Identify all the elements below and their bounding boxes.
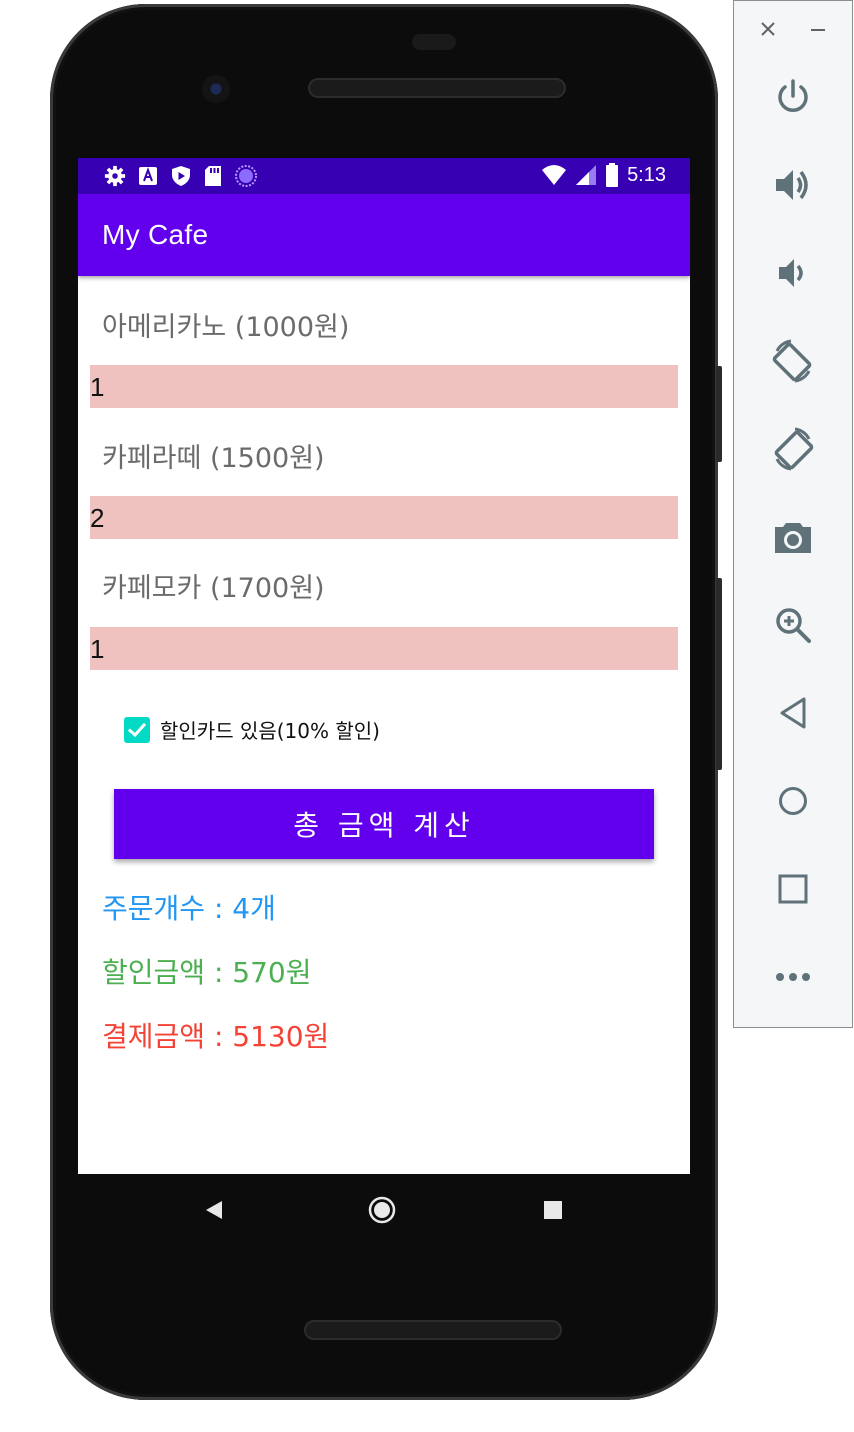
discount-card-checkbox-row[interactable]: 할인카드 있음(10% 할인): [124, 715, 380, 744]
android-navbar: [50, 1184, 718, 1240]
order-count-text: 주문개수 : 4개: [102, 892, 276, 925]
sync-circle-icon: [235, 165, 257, 187]
bottom-speaker-grille: [304, 1320, 562, 1340]
camera-icon: [775, 523, 811, 553]
status-bar: 5:13: [78, 158, 690, 194]
menu-item-label-cafe-latte: 카페라떼 (1500원): [102, 443, 325, 474]
battery-icon: [606, 163, 619, 187]
overview-button[interactable]: [764, 860, 822, 918]
home-button[interactable]: [764, 772, 822, 830]
status-time: 5:13: [627, 163, 666, 186]
phone-volume-button: [716, 578, 722, 770]
close-icon: [761, 22, 775, 36]
volume-up-button[interactable]: [764, 156, 822, 214]
menu-item-label-americano: 아메리카노 (1000원): [102, 312, 350, 343]
home-icon: [779, 787, 807, 815]
power-button[interactable]: [764, 68, 822, 126]
wifi-icon: [542, 165, 567, 185]
earpiece-slot: [412, 34, 456, 50]
emulator-toolbar: [733, 0, 853, 1028]
zoom-button[interactable]: [764, 596, 822, 654]
nav-overview-icon: [544, 1201, 562, 1219]
screenshot-button[interactable]: [764, 508, 822, 566]
nav-home-button[interactable]: [368, 1196, 396, 1228]
minimize-icon: [811, 29, 825, 31]
app-screen: 5:13 My Cafe 아메리카노 (1000원) 1 카페라떼 (1500원…: [78, 158, 690, 1174]
close-window-button[interactable]: [760, 21, 776, 41]
app-title: My Cafe: [102, 219, 209, 250]
rotate-right-icon: [774, 427, 814, 471]
rotate-right-button[interactable]: [764, 420, 822, 478]
calculate-total-button[interactable]: 총 금액 계산: [114, 789, 654, 859]
zoom-icon: [776, 608, 811, 643]
menu-item-label-cafe-mocha: 카페모카 (1700원): [102, 573, 325, 604]
a11y-text-icon: [139, 167, 157, 185]
more-icon: [776, 973, 810, 981]
payment-amount-text: 결제금액 : 5130원: [102, 1020, 330, 1053]
nav-home-icon: [368, 1196, 396, 1224]
discount-card-label: 할인카드 있음(10% 할인): [160, 719, 380, 743]
volume-down-button[interactable]: [764, 244, 822, 302]
volume-up-icon: [776, 170, 808, 200]
quantity-input-cafe-mocha[interactable]: 1: [90, 627, 678, 670]
nav-back-icon: [206, 1201, 222, 1219]
overview-icon: [778, 874, 808, 904]
app-bar: My Cafe: [78, 194, 690, 276]
cell-signal-icon: [576, 165, 597, 185]
quantity-input-cafe-latte[interactable]: 2: [90, 496, 678, 539]
nav-overview-button[interactable]: [544, 1201, 562, 1223]
rotate-left-button[interactable]: [764, 332, 822, 390]
volume-down-icon: [779, 259, 803, 287]
top-speaker-grille: [308, 78, 566, 98]
nav-back-button[interactable]: [204, 1200, 224, 1224]
rotate-left-icon: [772, 339, 812, 383]
play-protect-icon: [172, 166, 190, 186]
checkmark-icon: [127, 722, 147, 737]
power-icon: [778, 79, 808, 112]
phone-power-button: [716, 366, 722, 462]
front-camera: [202, 75, 230, 103]
calculate-total-label: 총 금액 계산: [293, 809, 475, 842]
sd-card-icon: [205, 166, 221, 186]
discount-amount-text: 할인금액 : 570원: [102, 956, 312, 989]
settings-gear-icon: [104, 165, 126, 187]
back-button[interactable]: [764, 684, 822, 742]
minimize-window-button[interactable]: [810, 21, 826, 41]
quantity-input-americano[interactable]: 1: [90, 365, 678, 408]
more-button[interactable]: [764, 948, 822, 1006]
back-icon: [780, 697, 806, 729]
discount-card-checkbox[interactable]: [124, 716, 150, 743]
